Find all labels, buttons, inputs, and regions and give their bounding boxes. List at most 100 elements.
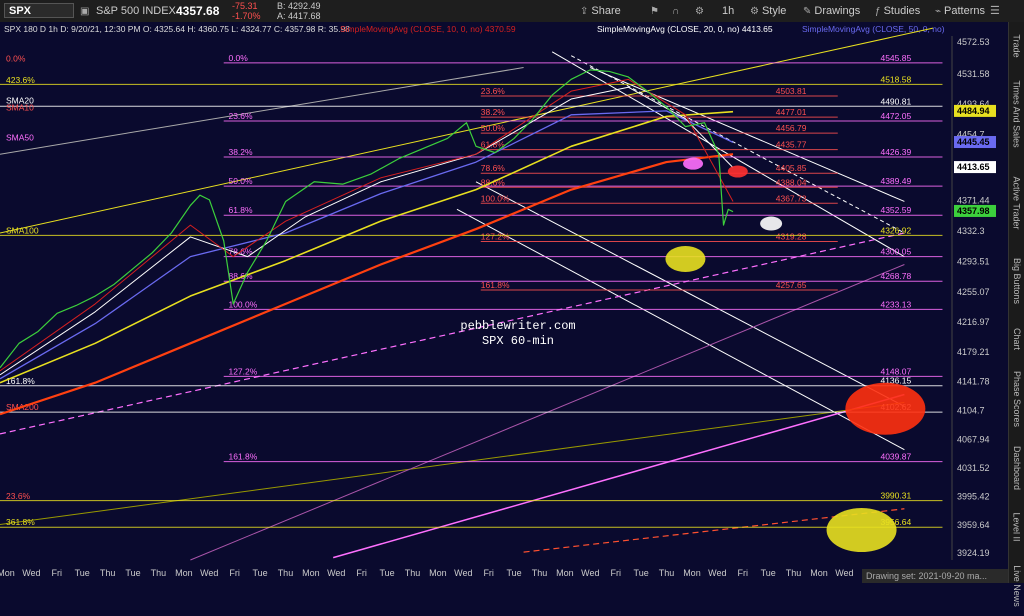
fib-pink-value: 4472.05 (880, 111, 911, 121)
fib-pink-value: 4300.05 (880, 247, 911, 257)
fib-pink-label: 50.0% (228, 176, 253, 186)
price-badge-label: 4413.65 (957, 162, 990, 172)
sidebar-item-label: Times And Sales (1012, 80, 1023, 148)
legend-sma10: SimpleMovingAvg (CLOSE, 10, 0, no) 4370.… (340, 24, 516, 34)
pencil-icon: ✎ (803, 6, 812, 17)
fib-pink-value: 4352.59 (880, 205, 911, 215)
fib-pink-label: 23.6% (228, 111, 253, 121)
y-tick-label: 4216.97 (957, 317, 990, 327)
drawings-button[interactable]: ✎ Drawings (803, 0, 860, 22)
left-label: SMA50 (6, 132, 34, 142)
x-tick-label: Mon (810, 568, 828, 578)
fib-pink-label: 127.2% (228, 366, 257, 376)
x-tick-label: Wed (581, 568, 599, 578)
share-button[interactable]: ⇪ Share (580, 0, 621, 22)
fib-pink-value: 4426.39 (880, 147, 911, 157)
x-tick-label: Tue (252, 568, 267, 578)
x-tick-label: Thu (659, 568, 675, 578)
fib-red-value: 4388.04 (776, 177, 807, 187)
sidebar-item[interactable]: Active Trader (1009, 163, 1024, 245)
x-tick-label: Fri (483, 568, 494, 578)
target-ellipse (826, 508, 897, 553)
sidebar-item[interactable]: Dashboard (1009, 439, 1024, 499)
sidebar-item-label: Dashboard (1012, 446, 1022, 491)
x-tick-label: Mon (302, 568, 320, 578)
x-tick-label: Wed (454, 568, 472, 578)
y-tick-label: 4293.51 (957, 257, 990, 267)
style-icon: ⚙ (750, 6, 759, 17)
style-button[interactable]: ⚙ Style (750, 0, 786, 22)
x-tick-label: Wed (708, 568, 726, 578)
y-tick-label: 4572.53 (957, 37, 990, 47)
fib-yellow-value: 4326.92 (880, 225, 911, 235)
fib-red-value: 4257.65 (776, 280, 807, 290)
sidebar-item[interactable]: Live News (1009, 556, 1024, 616)
flag-icon[interactable]: ⚑ (650, 0, 662, 22)
sidebar-item[interactable]: Trade (1009, 26, 1024, 66)
fib-pink-label: 0.0% (228, 53, 248, 63)
x-tick-label: Wed (22, 568, 40, 578)
watermark-line2: SPX 60-min (482, 334, 554, 348)
fib-red-value: 4435.77 (776, 140, 807, 150)
x-tick-label: Mon (175, 568, 193, 578)
fib-red-label: 100.0% (481, 193, 510, 203)
x-tick-label: Tue (507, 568, 522, 578)
fib-white-value: 4490.81 (880, 96, 911, 106)
x-tick-label: Tue (75, 568, 90, 578)
link-icon[interactable]: ▣ (80, 0, 92, 22)
sidebar-item-label: Big Buttons (1012, 258, 1022, 305)
left-label: 361.8% (6, 517, 35, 527)
studies-icon: ƒ (875, 6, 881, 17)
fib-pink-label: 161.8% (228, 452, 257, 462)
sidebar-item-label: Trade (1012, 34, 1022, 58)
x-tick-label: Tue (379, 568, 394, 578)
sidebar-item[interactable]: Big Buttons (1009, 246, 1024, 317)
sidebar-item[interactable]: Times And Sales (1009, 68, 1024, 161)
toolbar: SPX ▣ S&P 500 INDEX 4357.68 -75.31 -1.70… (0, 0, 1024, 23)
x-tick-label: Thu (151, 568, 167, 578)
price-chart[interactable]: SPX 180 D 1h D: 9/20/21, 12:30 PM O: 432… (0, 22, 1008, 583)
x-tick-label: Mon (556, 568, 574, 578)
target-ellipse (727, 165, 748, 178)
studies-button[interactable]: ƒ Studies (875, 0, 920, 22)
fib-red-label: 38.2% (481, 107, 506, 117)
symbol-input[interactable]: SPX (4, 3, 74, 18)
fib-yellow-value: 3990.31 (880, 491, 911, 501)
fib-pink-label: 38.2% (228, 147, 253, 157)
fib-red-value: 4405.85 (776, 163, 807, 173)
fib-red-value: 4367.73 (776, 193, 807, 203)
fib-pink-value: 4039.87 (880, 452, 911, 462)
sidebar-item[interactable]: Phase Scores (1009, 361, 1024, 437)
chart-header-desc: SPX 180 D 1h D: 9/20/21, 12:30 PM O: 432… (4, 24, 350, 34)
fib-red-label: 50.0% (481, 123, 506, 133)
fib-red-label: 78.6% (481, 163, 506, 173)
x-tick-label: Fri (356, 568, 367, 578)
x-tick-label: Tue (125, 568, 140, 578)
x-tick-label: Wed (200, 568, 218, 578)
fib-red-value: 4456.79 (776, 123, 807, 133)
fib-red-value: 4503.81 (776, 86, 807, 96)
timeframe-button[interactable]: 1h (722, 0, 734, 22)
patterns-button[interactable]: ⌁ Patterns (935, 0, 985, 22)
y-tick-label: 4067.94 (957, 434, 990, 444)
x-tick-label: Thu (405, 568, 421, 578)
legend-sma20: SimpleMovingAvg (CLOSE, 20, 0, no) 4413.… (597, 24, 773, 34)
left-label: SMA10 (6, 102, 34, 112)
settings-icon[interactable]: ⚙ (695, 0, 707, 22)
x-tick-label: Wed (835, 568, 853, 578)
right-sidebar: Trade Times And Sales Active Trader Big But… (1008, 22, 1024, 607)
x-tick-label: Thu (532, 568, 548, 578)
menu-icon[interactable]: ☰ (990, 0, 1000, 22)
target-ellipse (845, 382, 926, 435)
x-tick-label: Tue (634, 568, 649, 578)
magnet-icon[interactable]: ∩ (672, 0, 682, 22)
drawing-set-selector[interactable]: Drawing set: 2021-09-20 ma... (862, 569, 1008, 583)
sidebar-item-label: Phase Scores (1012, 370, 1022, 427)
x-tick-label: Mon (683, 568, 701, 578)
sidebar-item[interactable]: Level II (1009, 500, 1024, 554)
sidebar-item[interactable]: Chart (1009, 319, 1024, 359)
fib-pink-label: 61.8% (228, 205, 253, 215)
x-tick-label: Fri (229, 568, 240, 578)
fib-red-value: 4319.28 (776, 231, 807, 241)
x-tick-label: Fri (610, 568, 621, 578)
